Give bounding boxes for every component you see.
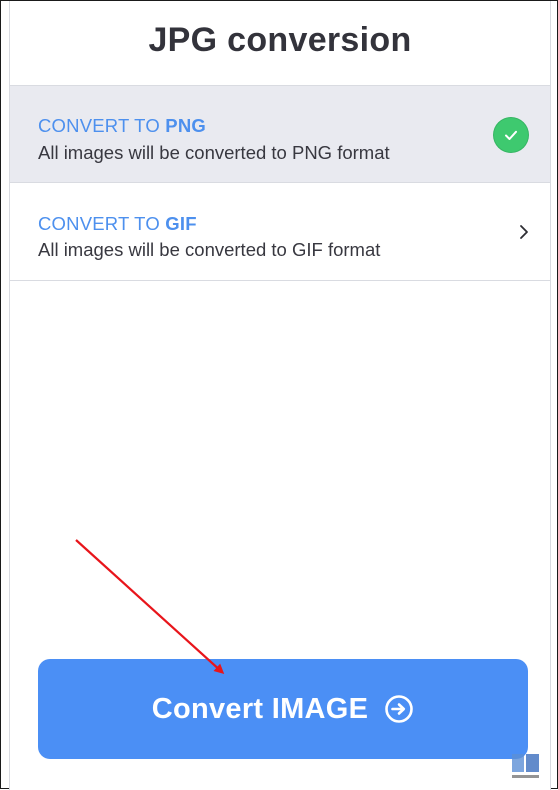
option-heading: CONVERT TO PNG xyxy=(38,115,206,136)
option-convert-to-gif[interactable]: CONVERT TO GIF All images will be conver… xyxy=(10,184,550,281)
option-description: All images will be converted to GIF form… xyxy=(38,239,381,260)
screenshot-frame: JPG conversion CONVERT TO PNG All images… xyxy=(0,0,558,790)
arrow-right-circle-icon xyxy=(385,695,414,723)
site-logo-watermark xyxy=(512,754,539,778)
convert-image-button[interactable]: Convert IMAGE xyxy=(38,659,528,759)
chevron-right-icon xyxy=(520,225,528,239)
check-circle-icon xyxy=(494,118,528,152)
format-name: PNG xyxy=(165,115,206,136)
format-name: GIF xyxy=(165,213,197,234)
option-convert-to-png[interactable]: CONVERT TO PNG All images will be conver… xyxy=(10,86,550,183)
convert-button-label: Convert IMAGE xyxy=(151,692,369,725)
panel-header: JPG conversion xyxy=(10,1,550,86)
page-title: JPG conversion xyxy=(148,20,412,59)
option-description: All images will be converted to PNG form… xyxy=(38,142,390,163)
option-heading: CONVERT TO GIF xyxy=(38,213,197,234)
